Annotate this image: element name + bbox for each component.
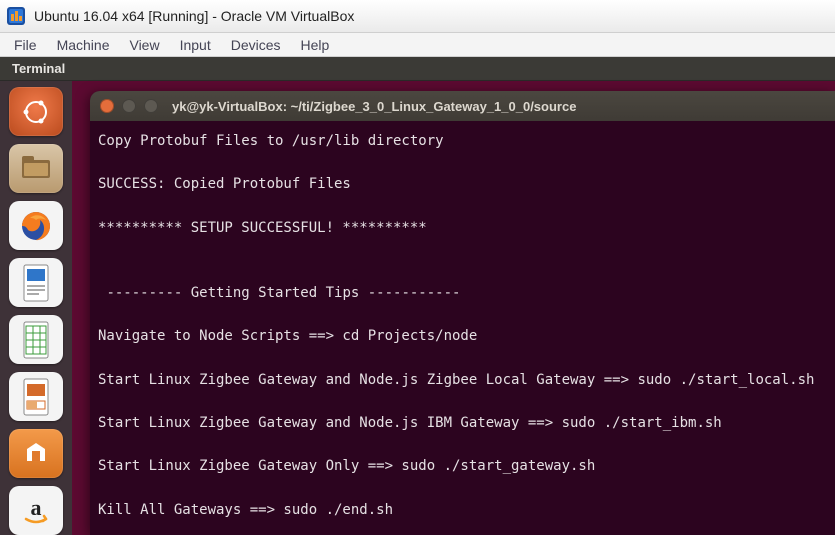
terminal-line (98, 153, 827, 175)
impress-icon[interactable] (9, 372, 63, 421)
menu-file[interactable]: File (14, 37, 37, 53)
menu-devices[interactable]: Devices (231, 37, 281, 53)
terminal-window-title: yk@yk-VirtualBox: ~/ti/Zigbee_3_0_Linux_… (172, 99, 576, 114)
virtualbox-menubar: File Machine View Input Devices Help (0, 33, 835, 57)
software-icon[interactable] (9, 429, 63, 478)
terminal-line (98, 521, 827, 535)
terminal-window: yk@yk-VirtualBox: ~/ti/Zigbee_3_0_Linux_… (90, 91, 835, 535)
firefox-icon[interactable] (9, 201, 63, 250)
terminal-body[interactable]: Copy Protobuf Files to /usr/lib director… (90, 121, 835, 535)
menu-input[interactable]: Input (180, 37, 211, 53)
writer-icon[interactable] (9, 258, 63, 307)
window-close-button[interactable] (100, 99, 114, 113)
ubuntu-topbar: Terminal (0, 57, 835, 81)
calc-icon[interactable] (9, 315, 63, 364)
virtualbox-icon (6, 6, 26, 26)
menu-machine[interactable]: Machine (57, 37, 110, 53)
terminal-line: SUCCESS: Copied Protobuf Files (98, 174, 827, 196)
menu-help[interactable]: Help (301, 37, 330, 53)
virtualbox-titlebar: Ubuntu 16.04 x64 [Running] - Oracle VM V… (0, 0, 835, 33)
svg-text:a: a (31, 495, 42, 520)
terminal-line (98, 348, 827, 370)
terminal-line (98, 435, 827, 457)
terminal-line (98, 261, 827, 283)
window-maximize-button[interactable] (144, 99, 158, 113)
terminal-line: Start Linux Zigbee Gateway and Node.js Z… (98, 370, 827, 392)
terminal-line: Navigate to Node Scripts ==> cd Projects… (98, 326, 827, 348)
terminal-line: Copy Protobuf Files to /usr/lib director… (98, 131, 827, 153)
virtualbox-window-title: Ubuntu 16.04 x64 [Running] - Oracle VM V… (34, 8, 354, 24)
terminal-line (98, 305, 827, 327)
terminal-line: ********** SETUP SUCCESSFUL! ********** (98, 218, 827, 240)
terminal-line: Start Linux Zigbee Gateway and Node.js I… (98, 413, 827, 435)
terminal-line: Kill All Gateways ==> sudo ./end.sh (98, 500, 827, 522)
terminal-line (98, 196, 827, 218)
terminal-line (98, 391, 827, 413)
terminal-line: --------- Getting Started Tips ---------… (98, 283, 827, 305)
amazon-icon[interactable]: a (9, 486, 63, 535)
terminal-line: Start Linux Zigbee Gateway Only ==> sudo… (98, 456, 827, 478)
terminal-titlebar[interactable]: yk@yk-VirtualBox: ~/ti/Zigbee_3_0_Linux_… (90, 91, 835, 121)
terminal-line (98, 478, 827, 500)
files-icon[interactable] (9, 144, 63, 193)
ubuntu-workarea: a yk@yk-VirtualBox: ~/ti/Zigbee_3_0_Linu… (0, 81, 835, 535)
active-app-label: Terminal (12, 61, 65, 76)
dash-icon[interactable] (9, 87, 63, 136)
unity-launcher: a (0, 81, 72, 535)
menu-view[interactable]: View (129, 37, 159, 53)
terminal-line (98, 239, 827, 261)
window-minimize-button[interactable] (122, 99, 136, 113)
